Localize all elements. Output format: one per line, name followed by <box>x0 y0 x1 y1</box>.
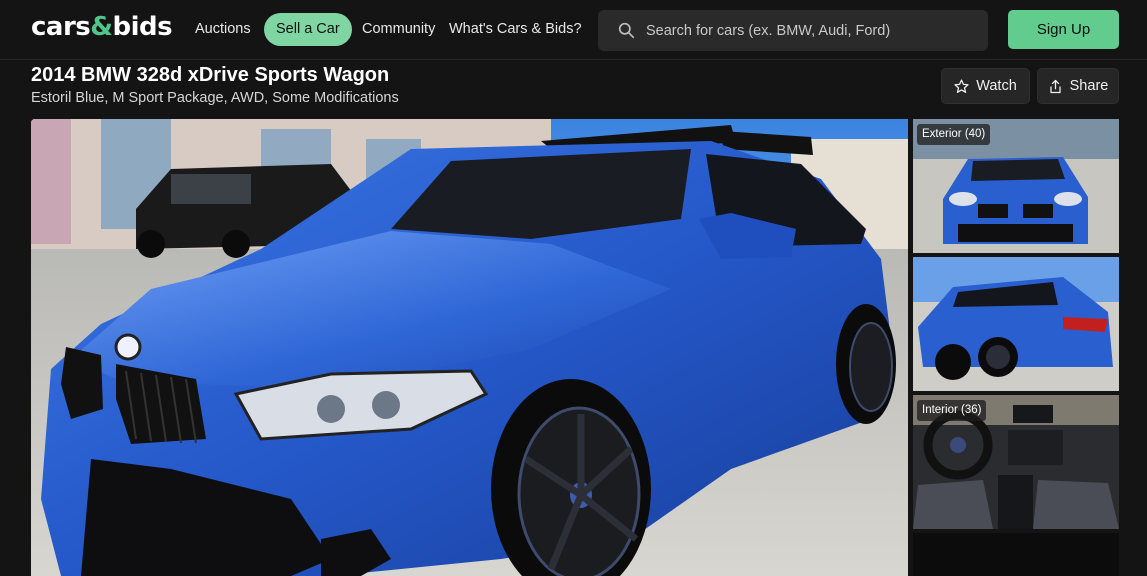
watch-label: Watch <box>976 78 1017 94</box>
share-icon <box>1050 79 1061 93</box>
sign-up-button[interactable]: Sign Up <box>1008 10 1119 49</box>
logo-text-cars: cars <box>31 12 91 42</box>
thumbnail-more[interactable] <box>913 533 1119 576</box>
share-button[interactable]: Share <box>1037 68 1119 104</box>
thumbnail-exterior[interactable]: Exterior (40) <box>913 119 1119 253</box>
main-photo[interactable] <box>31 119 908 576</box>
search-icon <box>618 22 635 39</box>
search-bar[interactable] <box>598 10 988 51</box>
star-icon <box>954 78 969 93</box>
nav-auctions[interactable]: Auctions <box>195 13 251 46</box>
nav-whats-cars-and-bids[interactable]: What's Cars & Bids? <box>449 13 582 46</box>
thumbnail-rear[interactable] <box>913 257 1119 391</box>
top-nav-bar: cars&bids Auctions Sell a Car Community … <box>0 0 1147 60</box>
search-input[interactable] <box>646 10 976 51</box>
rear-thumbnail-image <box>913 257 1119 391</box>
exterior-count-badge: Exterior (40) <box>917 124 991 145</box>
thumbnail-interior[interactable]: Interior (36) <box>913 395 1119 529</box>
cars-and-bids-logo[interactable]: cars&bids <box>31 12 173 42</box>
logo-ampersand: & <box>90 12 113 42</box>
listing-subtitle: Estoril Blue, M Sport Package, AWD, Some… <box>31 90 399 106</box>
interior-count-badge: Interior (36) <box>917 400 987 421</box>
nav-sell-a-car[interactable]: Sell a Car <box>264 13 352 46</box>
watch-button[interactable]: Watch <box>941 68 1030 104</box>
listing-title: 2014 BMW 328d xDrive Sports Wagon <box>31 64 390 86</box>
logo-text-bids: bids <box>112 12 173 42</box>
nav-community[interactable]: Community <box>362 13 435 46</box>
car-photo-illustration <box>31 119 908 576</box>
share-label: Share <box>1069 78 1109 94</box>
